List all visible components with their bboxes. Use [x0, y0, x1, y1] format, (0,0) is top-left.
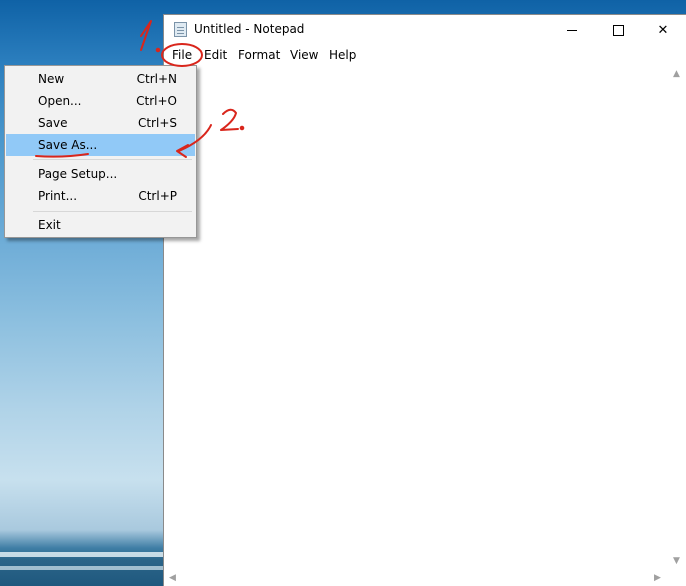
- minimize-button[interactable]: [549, 15, 595, 46]
- menu-item-exit[interactable]: Exit: [6, 214, 195, 236]
- menu-file[interactable]: File: [172, 48, 192, 62]
- menu-help[interactable]: Help: [329, 48, 356, 62]
- window-title: Untitled - Notepad: [194, 22, 305, 36]
- scroll-down-icon[interactable]: ▼: [673, 557, 680, 566]
- minimize-icon: [567, 30, 577, 31]
- maximize-icon: [612, 25, 624, 36]
- scroll-up-icon[interactable]: ▲: [673, 70, 680, 79]
- menu-item-label: Print...: [38, 189, 78, 203]
- vertical-scrollbar[interactable]: ▲ ▼: [669, 65, 686, 570]
- menu-item-open[interactable]: Open... Ctrl+O: [6, 90, 195, 112]
- menu-format[interactable]: Format: [238, 48, 280, 62]
- menu-item-print[interactable]: Print... Ctrl+P: [6, 185, 195, 207]
- menu-item-shortcut: Ctrl+P: [138, 189, 177, 203]
- close-icon: ✕: [657, 23, 669, 38]
- menu-item-label: Page Setup...: [38, 167, 118, 181]
- close-button[interactable]: ✕: [640, 15, 686, 46]
- horizontal-scrollbar[interactable]: ◀ ▶: [164, 570, 669, 586]
- menu-separator: [33, 159, 192, 160]
- menu-item-label: Save: [38, 116, 68, 130]
- menu-item-page-setup[interactable]: Page Setup...: [6, 163, 195, 185]
- maximize-button[interactable]: [595, 15, 641, 46]
- file-menu-dropdown: New Ctrl+N Open... Ctrl+O Save Ctrl+S Sa…: [4, 65, 197, 238]
- menu-item-shortcut: Ctrl+O: [136, 94, 177, 108]
- menu-item-save-as[interactable]: Save As...: [6, 134, 195, 156]
- menu-item-label: New: [38, 72, 65, 86]
- text-editor[interactable]: [164, 65, 669, 570]
- menu-item-label: Open...: [38, 94, 82, 108]
- menu-item-new[interactable]: New Ctrl+N: [6, 68, 195, 90]
- notepad-window: Untitled - Notepad ✕ File Edit Format Vi…: [164, 15, 686, 586]
- menu-item-shortcut: Ctrl+S: [137, 116, 177, 130]
- scroll-left-icon[interactable]: ◀: [169, 574, 176, 583]
- menu-item-label: Exit: [38, 218, 61, 232]
- scroll-right-icon[interactable]: ▶: [654, 574, 661, 583]
- menu-item-shortcut: Ctrl+N: [136, 72, 177, 86]
- menu-view[interactable]: View: [290, 48, 318, 62]
- notepad-icon: [174, 22, 187, 37]
- title-bar[interactable]: Untitled - Notepad ✕: [164, 15, 686, 46]
- menu-edit[interactable]: Edit: [204, 48, 227, 62]
- scrollbar-corner: [669, 570, 686, 586]
- menu-bar: File Edit Format View Help: [164, 46, 686, 65]
- menu-item-label: Save As...: [38, 138, 98, 152]
- menu-separator: [33, 211, 192, 212]
- menu-item-save[interactable]: Save Ctrl+S: [6, 112, 195, 134]
